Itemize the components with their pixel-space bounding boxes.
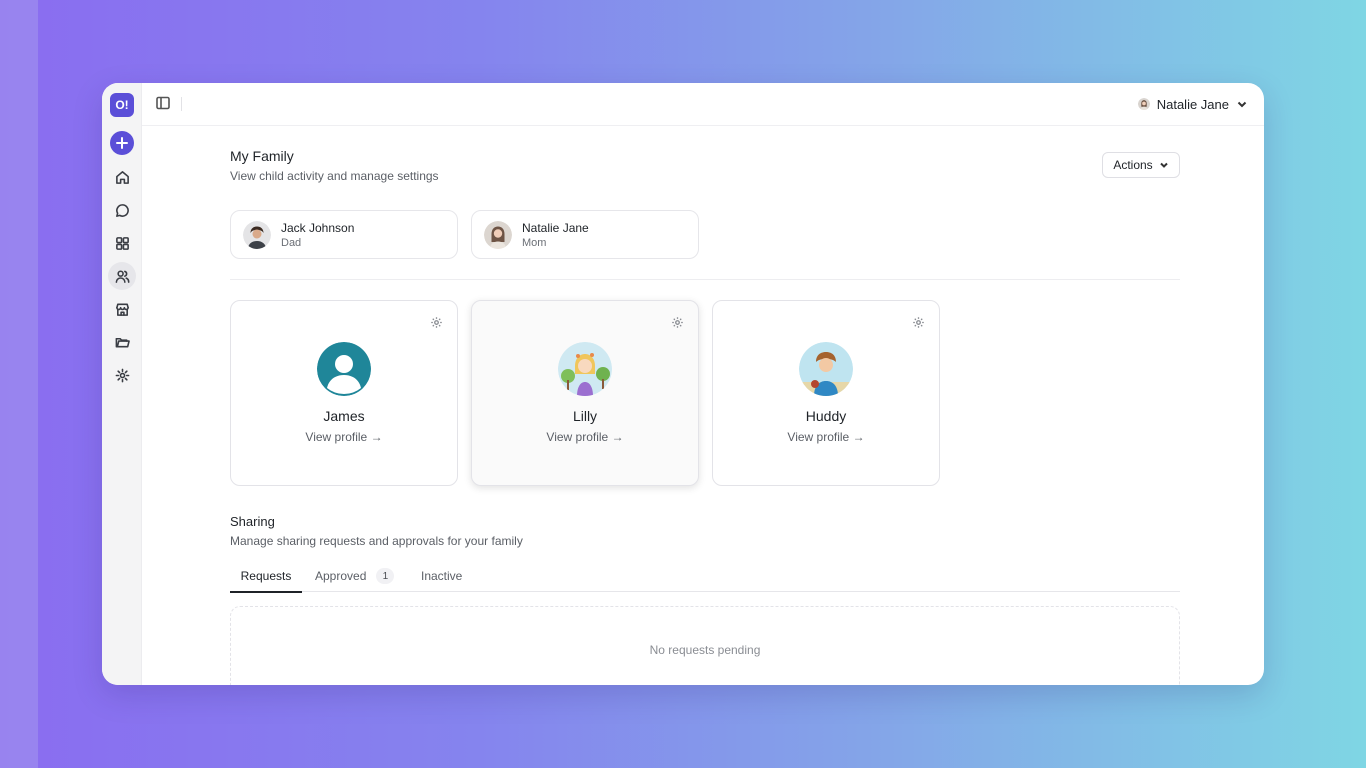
plus-icon xyxy=(116,137,128,149)
chat-icon xyxy=(115,203,129,217)
sidebar-item-files[interactable] xyxy=(110,330,134,354)
parent-avatar xyxy=(484,220,512,249)
user-name: Natalie Jane xyxy=(1156,96,1229,112)
gear-icon xyxy=(672,317,683,328)
app-window: O! Natalie Jane My Family View child act… xyxy=(102,83,1264,685)
gear-icon xyxy=(913,317,924,328)
child-avatar xyxy=(317,342,371,396)
app-logo[interactable]: O! xyxy=(110,93,134,117)
tab-inactive[interactable]: Inactive xyxy=(421,560,462,592)
user-menu[interactable]: Natalie Jane xyxy=(1137,93,1248,115)
top-bar: Natalie Jane xyxy=(142,83,1264,126)
sidebar-item-settings[interactable] xyxy=(110,363,134,387)
tab-label: Approved xyxy=(315,569,367,583)
sidebar-item-home[interactable] xyxy=(110,165,134,189)
sidebar-item-store[interactable] xyxy=(110,297,134,321)
parent-info: Jack Johnson Dad xyxy=(281,221,354,249)
parent-name: Jack Johnson xyxy=(281,220,355,235)
view-profile-link[interactable]: View profile → xyxy=(713,430,939,444)
child-name: James xyxy=(323,408,365,424)
sharing-tabs: Requests Approved 1 Inactive xyxy=(230,560,1180,593)
view-profile-link[interactable]: View profile → xyxy=(472,430,698,444)
child-card[interactable]: James View profile → xyxy=(230,300,458,486)
child-avatar xyxy=(799,342,853,396)
child-name: Lilly xyxy=(572,408,598,424)
actions-label: Actions xyxy=(1113,158,1153,172)
parent-avatar xyxy=(243,220,271,249)
child-name: Huddy xyxy=(805,408,847,424)
child-settings-button[interactable] xyxy=(671,316,684,329)
child-card[interactable]: Huddy View profile → xyxy=(712,300,940,486)
view-profile-link[interactable]: View profile → xyxy=(231,430,457,444)
sidebar-item-apps[interactable] xyxy=(110,231,134,255)
home-icon xyxy=(115,170,129,184)
gear-icon xyxy=(115,368,129,382)
child-card[interactable]: Lilly View profile → xyxy=(471,300,699,486)
user-avatar xyxy=(1137,98,1150,110)
parent-role: Mom xyxy=(522,236,547,249)
actions-button[interactable]: Actions xyxy=(1102,152,1180,178)
requests-empty-state: No requests pending xyxy=(230,606,1180,685)
page-title: My Family xyxy=(230,148,294,164)
sharing-title: Sharing xyxy=(230,514,275,529)
background-strip xyxy=(0,0,38,768)
sharing-subtitle: Manage sharing requests and approvals fo… xyxy=(230,534,523,548)
section-divider xyxy=(230,279,1180,280)
child-settings-button[interactable] xyxy=(912,316,925,329)
child-settings-button[interactable] xyxy=(430,316,443,329)
empty-state-text: No requests pending xyxy=(649,643,761,657)
add-button[interactable] xyxy=(110,131,134,155)
gear-icon xyxy=(431,317,442,328)
parent-role: Dad xyxy=(281,236,302,249)
tab-label: Requests xyxy=(240,568,292,583)
parent-card[interactable]: Natalie Jane Mom xyxy=(471,210,699,259)
divider xyxy=(181,97,182,111)
parent-card[interactable]: Jack Johnson Dad xyxy=(230,210,458,259)
tab-requests[interactable]: Requests xyxy=(230,560,302,593)
page-subtitle: View child activity and manage settings xyxy=(230,169,439,183)
sidebar: O! xyxy=(102,83,142,685)
users-icon xyxy=(115,269,129,283)
sidebar-toggle-button[interactable] xyxy=(156,96,172,112)
parent-name: Natalie Jane xyxy=(522,220,589,235)
count-badge: 1 xyxy=(376,568,395,584)
store-icon xyxy=(115,303,129,316)
parent-info: Natalie Jane Mom xyxy=(522,221,589,249)
sidebar-item-family[interactable] xyxy=(108,262,136,290)
sidebar-item-chat[interactable] xyxy=(110,198,134,222)
child-avatar xyxy=(558,342,612,396)
chevron-down-icon xyxy=(1237,101,1247,108)
chevron-down-icon xyxy=(1159,162,1168,168)
folder-icon xyxy=(115,337,130,348)
panel-left-icon xyxy=(156,96,170,110)
tab-approved[interactable]: Approved 1 xyxy=(315,560,395,592)
tab-label: Inactive xyxy=(421,569,463,583)
grid-icon xyxy=(115,236,129,250)
